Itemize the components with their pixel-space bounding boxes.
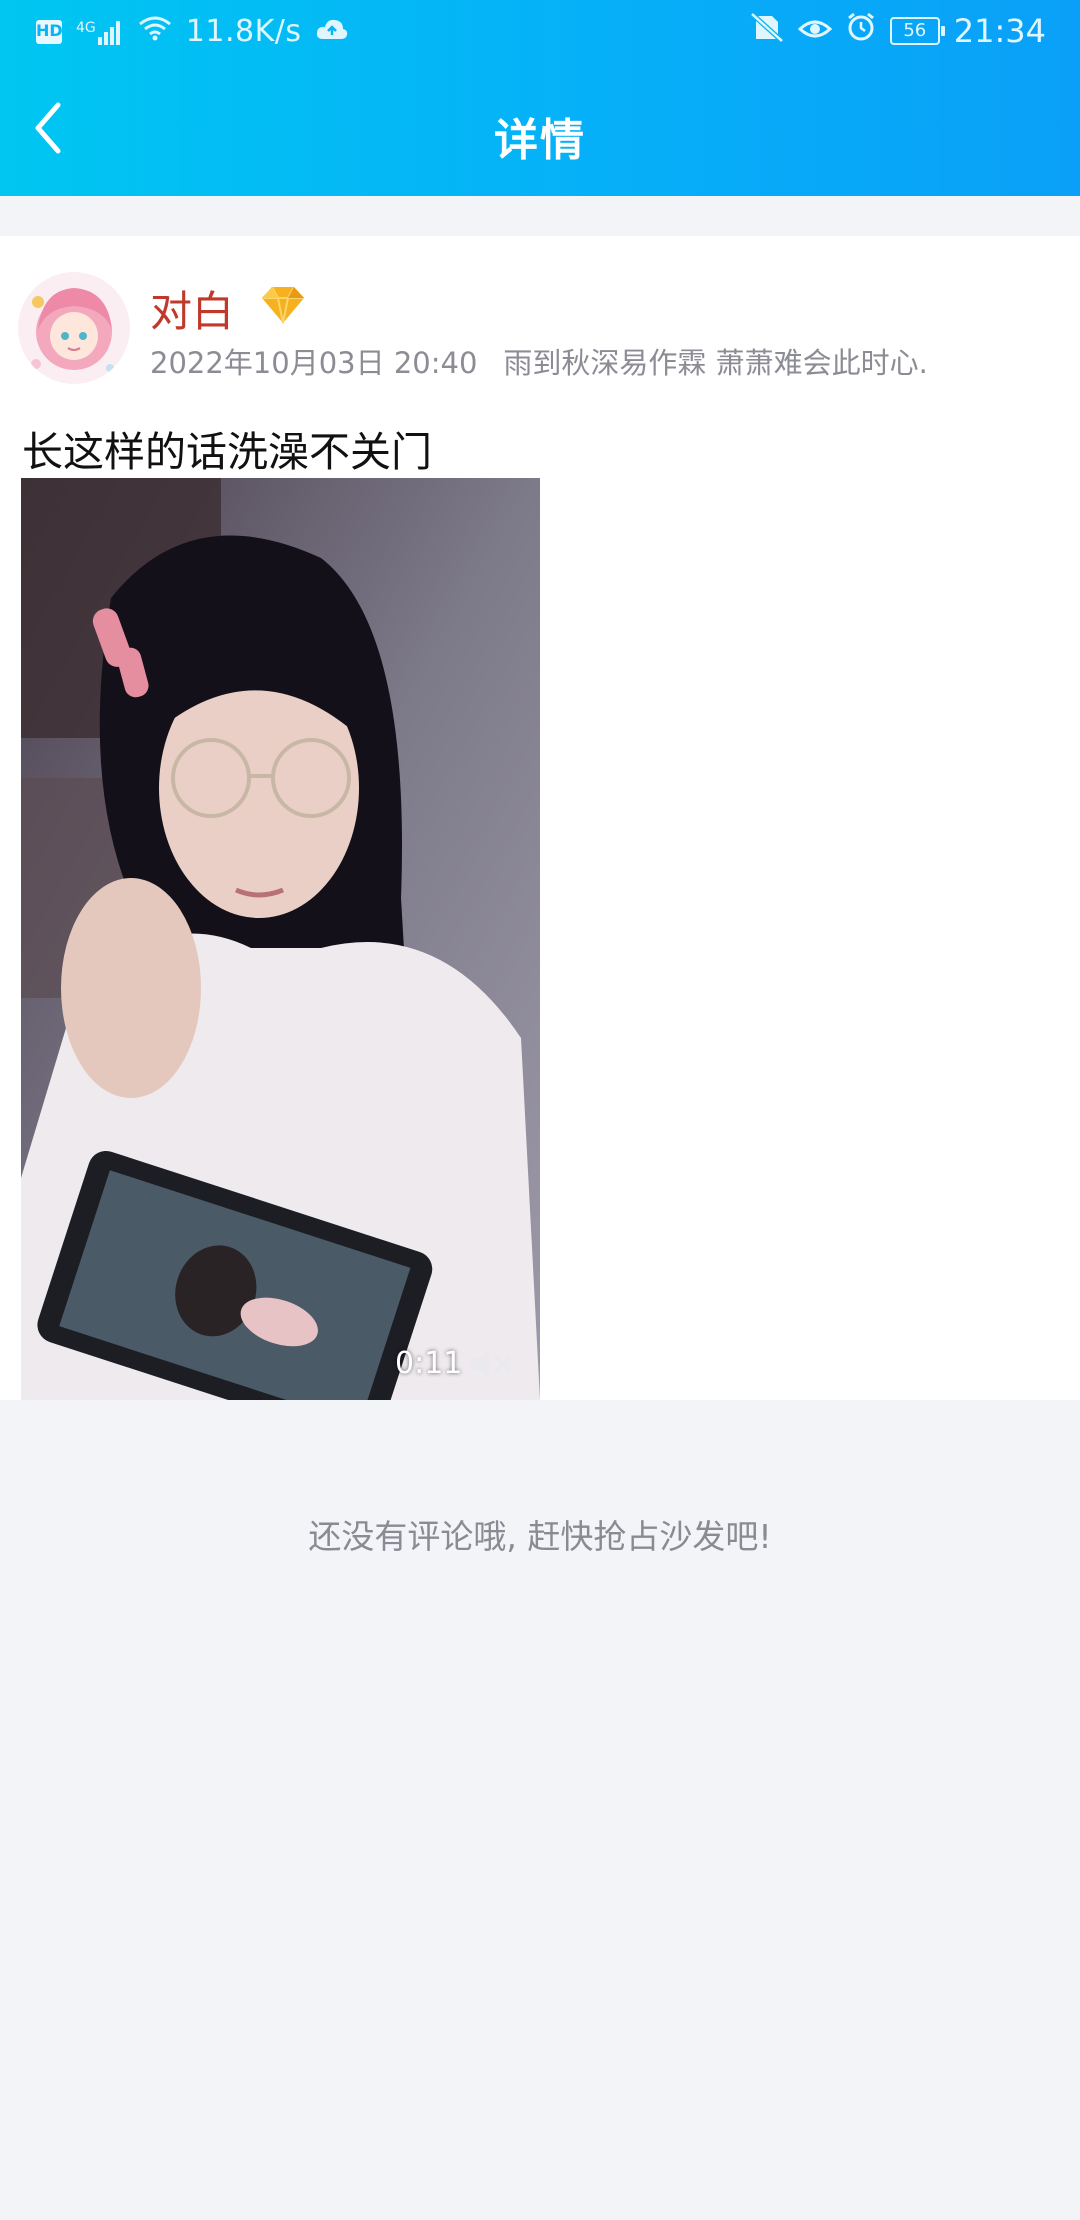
top-bar: HD 4G 11.8K/s 56 21:34 详情 <box>0 0 1080 196</box>
wifi-icon <box>138 14 172 49</box>
post-card: 对白 2022年10月03日 20:40 雨到秋深易作霖 萧萧难会此时心. 长这样… <box>0 236 1080 1400</box>
video-thumbnail <box>21 478 540 1400</box>
post-detail-screen: HD 4G 11.8K/s 56 21:34 详情 对白 2022年10月03日… <box>0 0 1080 2220</box>
post-text: 长这样的话洗澡不关门 <box>22 428 432 476</box>
network-speed: 11.8K/s <box>185 14 302 49</box>
post-date: 2022年10月03日 20:40 <box>150 346 478 380</box>
video-duration: 0:11 <box>395 1346 463 1381</box>
clock: 21:34 <box>953 12 1046 50</box>
mute-icon[interactable] <box>467 1344 515 1384</box>
status-bar: HD 4G 11.8K/s 56 21:34 <box>0 0 1080 64</box>
battery-icon: 56 <box>889 17 945 45</box>
alarm-icon <box>846 12 876 50</box>
empty-comments-message: 还没有评论哦, 赶快抢占沙发吧! <box>308 1517 772 1556</box>
cloud-icon <box>315 14 349 49</box>
signal-icon: 4G <box>76 19 124 45</box>
network-type: 4G <box>76 19 96 36</box>
diamond-icon <box>258 284 308 326</box>
avatar[interactable] <box>18 272 130 384</box>
hd-icon: HD <box>36 19 63 44</box>
page-title: 详情 <box>494 115 586 166</box>
no-sim-icon <box>750 12 784 50</box>
video-player[interactable]: 0:11 <box>21 478 540 1400</box>
author-signature: 雨到秋深易作霖 萧萧难会此时心. <box>503 346 928 380</box>
author-name[interactable]: 对白 <box>150 278 234 339</box>
nav-bar: 详情 <box>0 64 1080 196</box>
eye-icon <box>797 14 832 49</box>
post-meta: 2022年10月03日 20:40 雨到秋深易作霖 萧萧难会此时心. <box>150 340 928 382</box>
